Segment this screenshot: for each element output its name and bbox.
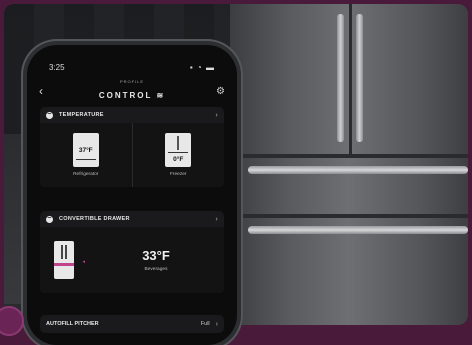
drawer-fridge-icon: [54, 241, 74, 279]
right-door-handle: [356, 14, 363, 142]
collapse-icon[interactable]: −: [46, 215, 53, 223]
fridge-drawer-gap-2: [230, 214, 468, 218]
refrigerator-label: Refrigerator: [73, 172, 99, 177]
chevron-right-icon[interactable]: ›: [215, 112, 218, 119]
status-time: 3:25: [49, 63, 65, 72]
freezer-icon: 0°F: [165, 133, 192, 167]
back-arrow-icon[interactable]: ‹: [39, 84, 53, 98]
refrigerator-icon: 37°F: [72, 133, 99, 167]
temperature-body: 37°F Refrigerator 0°F Freezer: [40, 123, 224, 187]
app-title-text: CONTROL: [98, 91, 153, 100]
drawer-mode: Beverages: [144, 267, 168, 272]
app-title-main: CONTROL ≋: [99, 91, 165, 100]
fridge-drawer-gap: [230, 154, 468, 158]
drawer-title: CONVERTIBLE DRAWER: [59, 216, 130, 222]
temperature-header[interactable]: − TEMPERATURE ›: [40, 107, 224, 123]
fridge-door-gap: [349, 4, 352, 154]
app-navbar: ‹ PROFILE CONTROL ≋ ⚙: [39, 79, 225, 103]
freezer-label: Freezer: [169, 172, 187, 177]
left-door-handle: [337, 14, 344, 142]
pitcher-title: AUTOFILL PITCHER: [46, 321, 99, 327]
chevron-right-icon[interactable]: ›: [215, 216, 218, 223]
drawer-highlight: [54, 263, 74, 266]
bottom-drawer-handle: [248, 226, 468, 234]
status-bar: 3:25 ▪ ◔ ▬: [49, 63, 215, 75]
chevron-right-icon[interactable]: ›: [216, 321, 218, 328]
freezer-control[interactable]: 0°F Freezer: [131, 123, 225, 187]
gear-icon[interactable]: ⚙: [211, 86, 225, 97]
drawer-temp: 33°F: [142, 248, 170, 263]
temperature-title: TEMPERATURE: [59, 112, 104, 118]
collapse-icon[interactable]: −: [46, 111, 53, 119]
refrigerator-temp: 37°F: [78, 146, 93, 154]
convertible-drawer-card: − CONVERTIBLE DRAWER › ◂ 33°F Beverages: [40, 211, 224, 293]
drawer-setting[interactable]: 33°F Beverages: [88, 227, 224, 293]
pitcher-state: Full: [200, 321, 210, 327]
middle-drawer-handle: [248, 166, 468, 174]
corner-badge: [0, 306, 24, 336]
freezer-temp: 0°F: [173, 156, 184, 163]
refrigerator-control[interactable]: 37°F Refrigerator: [40, 123, 132, 187]
wifi-icon: ≋: [156, 91, 166, 100]
drawer-illustration: ◂: [40, 227, 88, 293]
drawer-arrow-icon: ◂: [82, 259, 85, 265]
app-title: PROFILE CONTROL ≋: [99, 79, 165, 103]
drawer-header[interactable]: − CONVERTIBLE DRAWER ›: [40, 211, 224, 227]
phone: 3:25 ▪ ◔ ▬ ‹ PROFILE CONTROL ≋ ⚙ − TEMPE…: [27, 45, 237, 345]
app-title-sub: PROFILE: [119, 79, 145, 84]
drawer-body: ◂ 33°F Beverages: [40, 227, 224, 293]
status-icons: ▪ ◔ ▬: [189, 63, 215, 72]
autofill-pitcher-row[interactable]: AUTOFILL PITCHER Full ›: [40, 315, 224, 333]
temperature-card: − TEMPERATURE › 37°F Refrigerator 0°F Fr…: [40, 107, 224, 187]
